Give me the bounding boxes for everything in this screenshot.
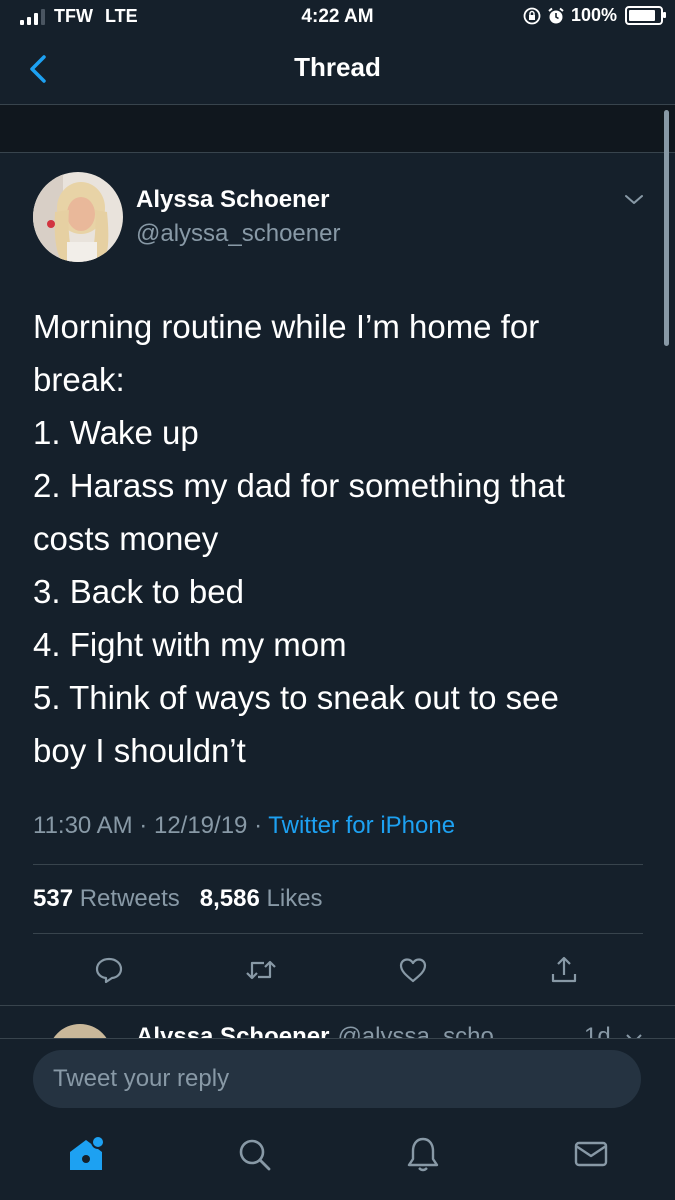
tweet-date: 12/19/19 xyxy=(153,812,248,839)
next-tweet-time: 1d xyxy=(584,1023,611,1039)
likes-stat[interactable]: 8,586 Likes xyxy=(200,885,323,912)
tweet-line: break: xyxy=(33,361,125,398)
tweet-line: 5. Think of ways to sneak out to see xyxy=(33,679,559,716)
reply-button[interactable] xyxy=(89,950,129,990)
status-bar: TFW LTE 4:22 AM 100% xyxy=(0,0,675,34)
tweet-line: costs money xyxy=(33,520,219,557)
chevron-down-icon[interactable] xyxy=(622,192,646,208)
tweet-time: 11:30 AM xyxy=(33,812,133,839)
page-title: Thread xyxy=(294,52,381,82)
retweets-stat[interactable]: 537 Retweets xyxy=(33,885,180,912)
author-handle[interactable]: @alyssa_schoener xyxy=(136,220,340,248)
heart-icon xyxy=(399,958,427,983)
retweets-count: 537 xyxy=(33,885,74,912)
share-button[interactable] xyxy=(544,950,584,990)
tweet-line: 3. Back to bed xyxy=(33,573,244,610)
tab-notifications[interactable] xyxy=(401,1132,445,1176)
meta-separator: · xyxy=(139,812,148,839)
status-right: 100% xyxy=(523,5,666,26)
tab-messages[interactable] xyxy=(569,1132,613,1176)
author-name[interactable]: Alyssa Schoener xyxy=(136,186,329,214)
home-icon xyxy=(70,1135,105,1170)
tab-search[interactable] xyxy=(232,1132,276,1176)
nav-bar: Thread xyxy=(0,34,675,105)
tweet-source-link[interactable]: Twitter for iPhone xyxy=(268,812,455,839)
like-button[interactable] xyxy=(393,950,433,990)
orientation-lock-icon xyxy=(523,7,541,24)
next-tweet-header: Alyssa Schoener @alyssa_scho... xyxy=(136,1023,514,1039)
reply-input[interactable] xyxy=(33,1050,641,1108)
reply-icon xyxy=(95,957,123,984)
tweet-line: 2. Harass my dad for something that xyxy=(33,467,565,504)
tweet-line: 1. Wake up xyxy=(33,414,199,451)
avatar-photo xyxy=(33,172,123,262)
retweet-button[interactable] xyxy=(241,950,281,990)
tweet-line: Morning routine while I’m home for xyxy=(33,308,540,345)
retweet-icon xyxy=(246,960,276,980)
battery-fill xyxy=(629,10,655,21)
next-tweet[interactable]: Alyssa Schoener @alyssa_scho... 1d xyxy=(0,1005,675,1039)
author-handle: @alyssa_scho... xyxy=(337,1023,514,1039)
divider xyxy=(33,933,643,934)
battery-percent: 100% xyxy=(570,5,617,25)
notifications-icon xyxy=(407,1137,439,1172)
battery-icon xyxy=(625,6,666,25)
likes-count: 8,586 xyxy=(199,885,260,912)
messages-icon xyxy=(574,1141,608,1167)
retweets-label: Retweets xyxy=(79,885,180,912)
author-name: Alyssa Schoener xyxy=(136,1023,330,1039)
reply-bar xyxy=(0,1038,675,1121)
tweet-meta: 11:30 AM · 12/19/19 · Twitter for iPhone xyxy=(33,812,455,840)
tab-home[interactable] xyxy=(64,1132,108,1176)
tweet-stats: 537 Retweets 8,586 Likes xyxy=(33,885,323,913)
tweet-text: Morning routine while I’m home for break… xyxy=(33,300,643,777)
likes-label: Likes xyxy=(266,885,323,912)
tab-bar xyxy=(0,1120,675,1200)
avatar[interactable] xyxy=(48,1024,112,1039)
avatar[interactable] xyxy=(33,172,123,262)
divider xyxy=(33,864,643,865)
search-icon xyxy=(239,1139,271,1171)
share-icon xyxy=(551,956,577,983)
tweet-line: boy I shouldn’t xyxy=(33,732,246,769)
alarm-icon xyxy=(548,7,564,23)
meta-separator: · xyxy=(254,812,263,839)
tweet-line: 4. Fight with my mom xyxy=(33,626,347,663)
thread-header-band xyxy=(0,105,675,153)
scrollbar[interactable] xyxy=(664,110,669,346)
